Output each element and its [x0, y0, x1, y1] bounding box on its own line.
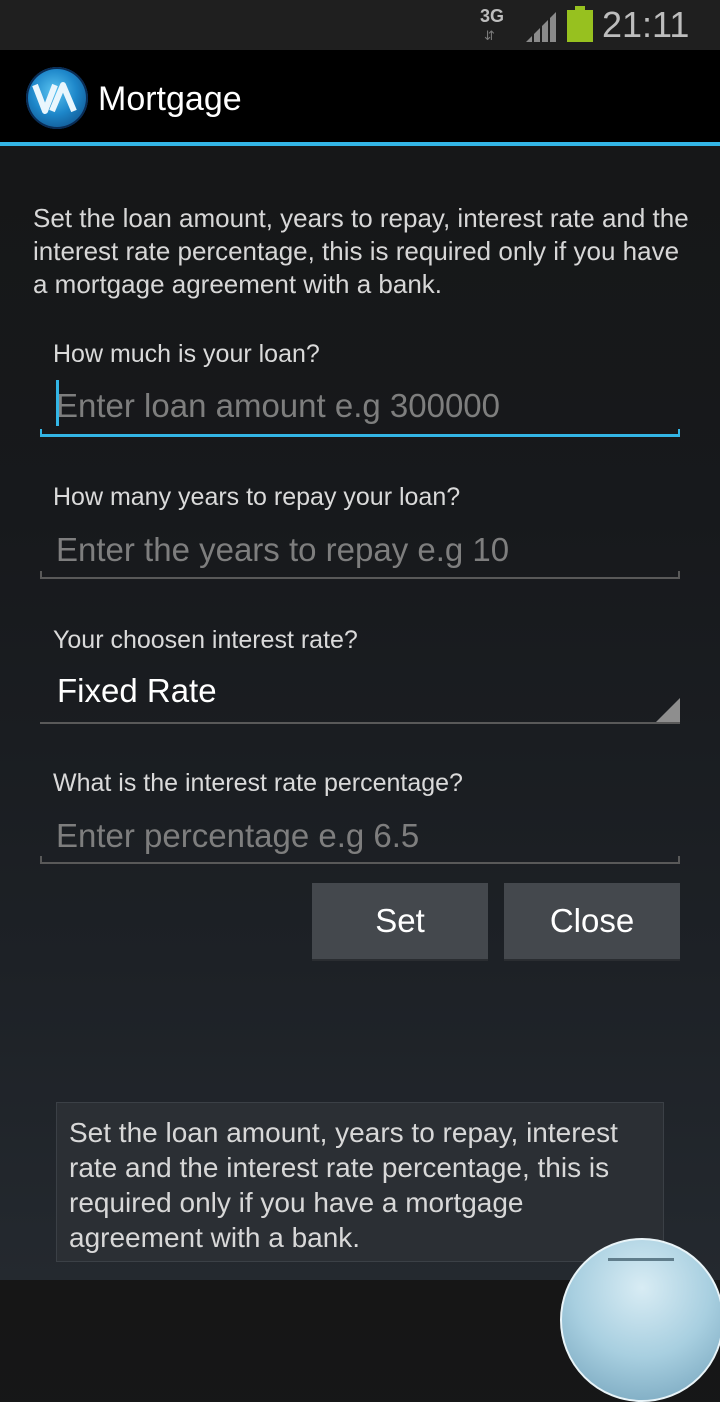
text-cursor — [56, 380, 59, 426]
battery-icon — [567, 6, 593, 42]
action-bar-divider — [0, 142, 720, 146]
app-logo-icon[interactable] — [26, 67, 88, 129]
years-label: How many years to repay your loan? — [53, 483, 461, 511]
toast-message: Set the loan amount, years to repay, int… — [56, 1102, 664, 1262]
percentage-input[interactable] — [40, 810, 680, 862]
close-button[interactable]: Close — [504, 883, 680, 961]
rate-type-selected: Fixed Rate — [57, 672, 217, 709]
dropdown-arrow-icon — [656, 698, 680, 722]
percentage-underline — [40, 856, 680, 864]
intro-text: Set the loan amount, years to repay, int… — [33, 203, 689, 299]
app-title: Mortgage — [98, 80, 242, 118]
network-type: 3G — [480, 6, 505, 26]
years-underline — [40, 571, 680, 579]
loan-amount-label: How much is your loan? — [53, 340, 320, 368]
percentage-label: What is the interest rate percentage? — [53, 769, 463, 797]
loan-amount-input[interactable] — [40, 380, 680, 432]
status-bar: 3G ⇵ 21:11 — [0, 0, 720, 50]
years-input[interactable] — [40, 524, 680, 576]
assistive-bar-icon — [608, 1258, 674, 1261]
status-time: 21:11 — [602, 4, 690, 45]
rate-type-spinner[interactable]: Fixed Rate — [40, 666, 680, 724]
rate-type-label: Your choosen interest rate? — [53, 626, 358, 654]
floating-assistive-button[interactable] — [560, 1238, 720, 1402]
loan-amount-underline — [40, 429, 680, 437]
set-button[interactable]: Set — [312, 883, 488, 961]
data-arrows-icon: ⇵ — [484, 28, 495, 43]
network-indicator: 3G ⇵ — [480, 6, 510, 44]
signal-icon — [526, 12, 556, 42]
spinner-underline — [40, 722, 680, 724]
